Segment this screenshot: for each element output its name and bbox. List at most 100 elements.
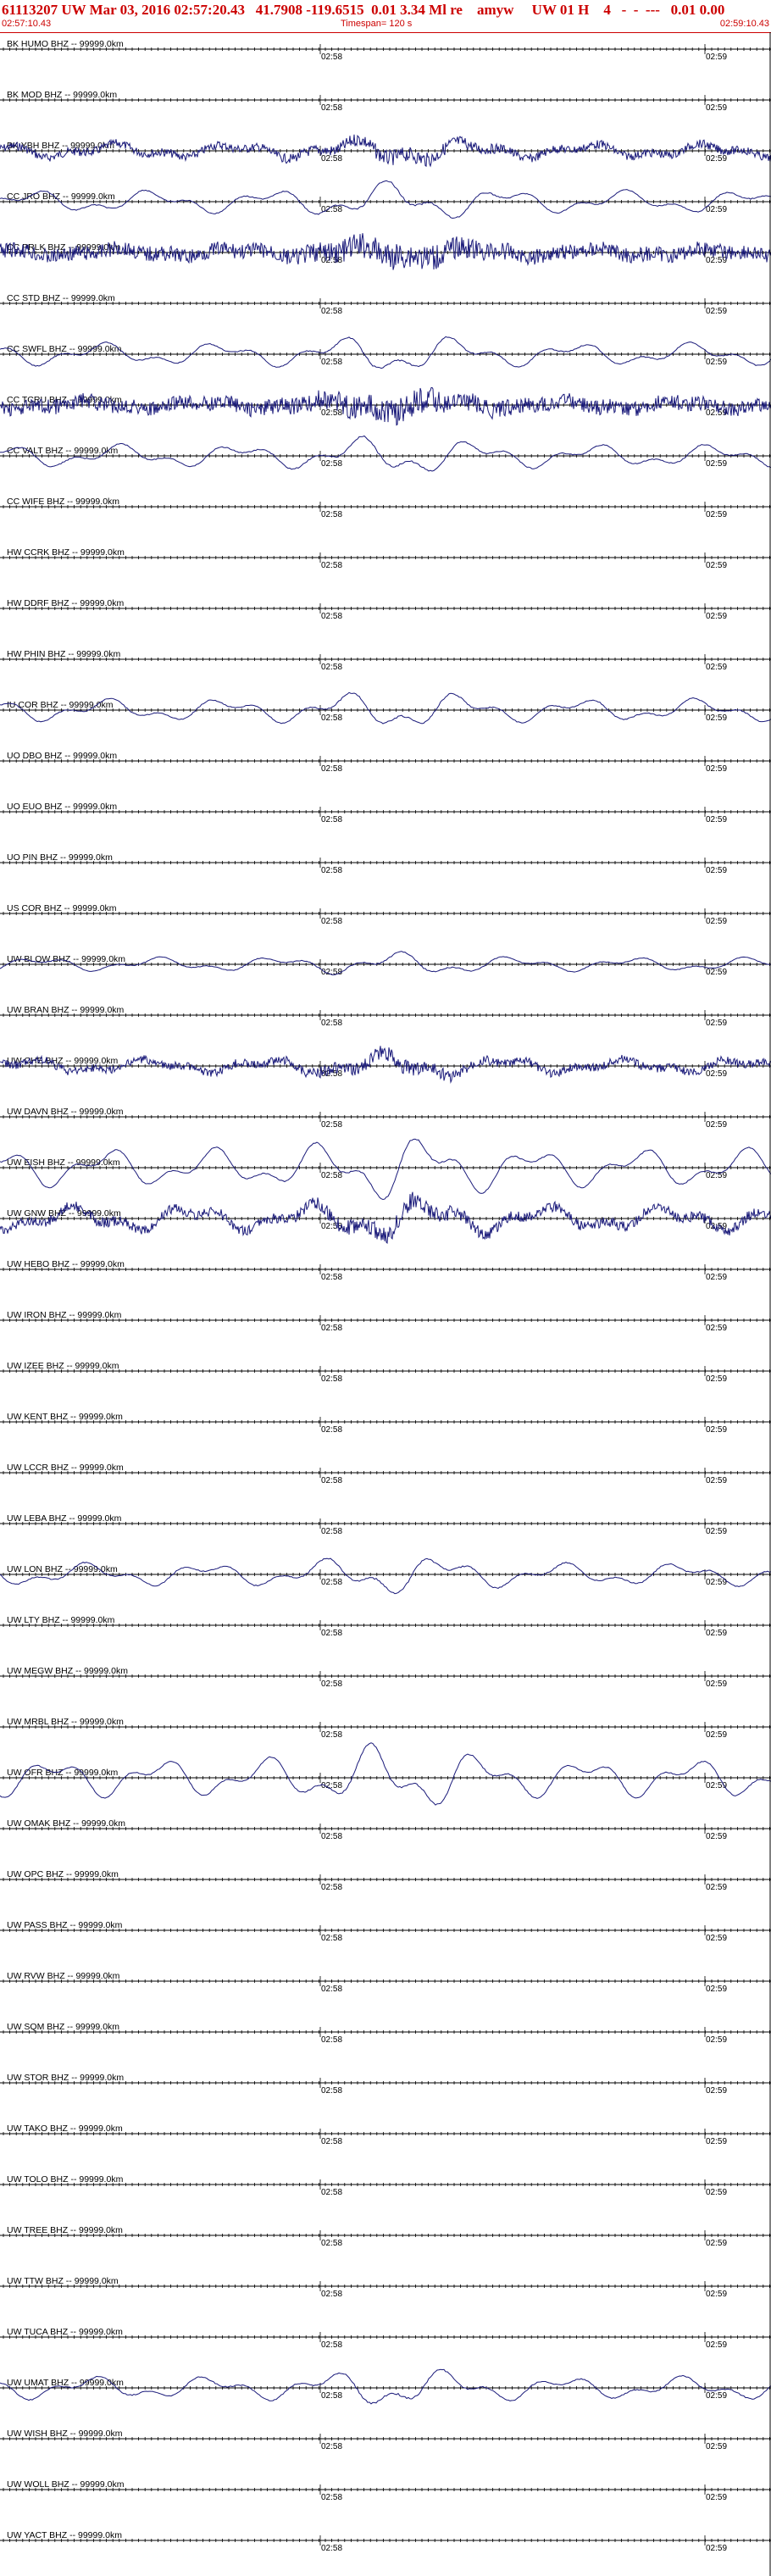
minute-label: 02:58 [321, 1934, 342, 1943]
minute-label: 02:58 [321, 2188, 342, 2197]
minute-label: 02:59 [706, 815, 727, 824]
minute-label: 02:59 [706, 2137, 727, 2146]
minute-label: 02:58 [321, 358, 342, 367]
minute-label: 02:59 [706, 968, 727, 977]
minute-label: 02:58 [321, 2239, 342, 2248]
station-label: UW DAVN BHZ -- 99999.0km [7, 1107, 124, 1117]
station-row: 02:58 02:59 HW PHIN BHZ -- 99999.0km [0, 649, 771, 672]
start-time: 02:57:10.43 [2, 19, 52, 29]
minute-label: 02:58 [321, 1019, 342, 1028]
station-label: UW MEGW BHZ -- 99999.0km [7, 1666, 128, 1676]
minute-label: 02:58 [321, 1324, 342, 1333]
minute-label: 02:59 [706, 2290, 727, 2299]
waveform-trace [0, 180, 771, 219]
station-row: 02:58 02:59 HW CCRK BHZ -- 99999.0km [0, 547, 771, 570]
minute-label: 02:59 [706, 1985, 727, 1994]
station-row: 02:58 02:59UW GNW BHZ -- 99999.0km [0, 1191, 771, 1244]
minute-label: 02:58 [321, 2035, 342, 2045]
minute-label: 02:58 [321, 154, 342, 164]
minute-label: 02:58 [321, 561, 342, 570]
station-row: 02:58 02:59CC TCRU BHZ -- 99999.0km [0, 386, 771, 426]
station-row: 02:58 02:59 CC SWFL BHZ -- 99999.0km [0, 336, 771, 369]
minute-label: 02:59 [706, 459, 727, 469]
station-label: UW LON BHZ -- 99999.0km [7, 1564, 118, 1574]
minute-label: 02:58 [321, 663, 342, 672]
minute-label: 02:59 [706, 561, 727, 570]
station-row: 02:58 02:59 UW HEBO BHZ -- 99999.0km [0, 1259, 771, 1282]
minute-label: 02:58 [321, 53, 342, 62]
station-row: 02:58 02:59 UW YACT BHZ -- 99999.0km [0, 2530, 771, 2553]
station-row: 02:58 02:59 UW TAKO BHZ -- 99999.0km [0, 2124, 771, 2146]
minute-label: 02:58 [321, 2290, 342, 2299]
station-label: UW OMAK BHZ -- 99999.0km [7, 1818, 125, 1829]
minute-label: 02:59 [706, 1374, 727, 1384]
minute-label: 02:59 [706, 1629, 727, 1638]
minute-label: 02:58 [321, 459, 342, 469]
minute-label: 02:59 [706, 1425, 727, 1435]
minute-label: 02:59 [706, 764, 727, 774]
station-row: 02:58 02:59 UW MRBL BHZ -- 99999.0km [0, 1717, 771, 1740]
minute-label: 02:58 [321, 1629, 342, 1638]
minute-label: 02:58 [321, 2137, 342, 2146]
waveform-trace [0, 134, 771, 168]
minute-label: 02:58 [321, 1578, 342, 1587]
minute-label: 02:59 [706, 1324, 727, 1333]
minute-label: 02:59 [706, 1069, 727, 1079]
minute-label: 02:58 [321, 103, 342, 113]
station-label: HW DDRF BHZ -- 99999.0km [7, 598, 125, 608]
end-time: 02:59:10.43 [719, 19, 769, 29]
minute-label: 02:58 [321, 2340, 342, 2350]
minute-label: 02:59 [706, 103, 727, 113]
station-row: 02:58 02:59 UW UMAT BHZ -- 99999.0km [0, 2368, 771, 2405]
minute-label: 02:59 [706, 358, 727, 367]
station-row: 02:58 02:59 UW DAVN BHZ -- 99999.0km [0, 1107, 771, 1130]
station-row: 02:58 02:59 UW LCCR BHZ -- 99999.0km [0, 1463, 771, 1485]
station-row: 02:58 02:59IU COR BHZ -- 99999.0km [0, 691, 771, 724]
station-label: CC STD BHZ -- 99999.0km [7, 293, 115, 303]
station-row: 02:58 02:59UW EISH BHZ -- 99999.0km [0, 1138, 771, 1201]
station-label: UW SQM BHZ -- 99999.0km [7, 2022, 119, 2032]
station-row: 02:58 02:59 UW SQM BHZ -- 99999.0km [0, 2022, 771, 2045]
station-label: UW OPC BHZ -- 99999.0km [7, 1869, 119, 1879]
waveform-trace [0, 2368, 771, 2405]
minute-label: 02:59 [706, 2391, 727, 2401]
station-row: 02:58 02:59UW LON BHZ -- 99999.0km [0, 1557, 771, 1595]
station-label: UO EUO BHZ -- 99999.0km [7, 802, 117, 812]
station-label: UW UMAT BHZ -- 99999.0km [7, 2378, 124, 2388]
minute-label: 02:59 [706, 1273, 727, 1282]
minute-label: 02:59 [706, 2544, 727, 2553]
station-row: 02:58 02:59 BK YBH BHZ -- 99999.0km [0, 134, 771, 168]
minute-label: 02:59 [706, 713, 727, 723]
station-row: 02:58 02:59 UW RVW BHZ -- 99999.0km [0, 1971, 771, 1994]
station-row: 02:58 02:59 UO PIN BHZ -- 99999.0km [0, 852, 771, 875]
station-row: 02:58 02:59CC PRLK BHZ -- 99999.0km [0, 233, 771, 270]
minute-label: 02:58 [321, 815, 342, 824]
station-row: 02:58 02:59 UW LEBA BHZ -- 99999.0km [0, 1513, 771, 1536]
minute-label: 02:59 [706, 2188, 727, 2197]
minute-label: 02:59 [706, 1730, 727, 1740]
station-label: BK HUMO BHZ -- 99999.0km [7, 39, 124, 49]
station-label: UW WOLL BHZ -- 99999.0km [7, 2479, 125, 2490]
minute-label: 02:59 [706, 2442, 727, 2451]
minute-label: 02:59 [706, 1679, 727, 1689]
station-label: BK YBH BHZ -- 99999.0km [7, 141, 114, 151]
minute-label: 02:58 [321, 2493, 342, 2502]
minute-label: 02:58 [321, 764, 342, 774]
minute-label: 02:58 [321, 1730, 342, 1740]
minute-label: 02:58 [321, 2544, 342, 2553]
minute-label: 02:59 [706, 866, 727, 875]
station-row: 02:58 02:59 CC VALT BHZ -- 99999.0km [0, 435, 771, 472]
plot-header: 61113207 UW Mar 03, 2016 02:57:20.43 41.… [0, 0, 771, 33]
station-row: 02:58 02:59 UW IRON BHZ -- 99999.0km [0, 1310, 771, 1333]
minute-label: 02:59 [706, 917, 727, 926]
minute-label: 02:59 [706, 2035, 727, 2045]
station-row: 02:58 02:59 UW WISH BHZ -- 99999.0km [0, 2429, 771, 2451]
waveform-trace [0, 691, 771, 724]
station-row: 02:58 02:59 UW IZEE BHZ -- 99999.0km [0, 1361, 771, 1384]
station-label: UW HEBO BHZ -- 99999.0km [7, 1259, 125, 1269]
station-label: CC VALT BHZ -- 99999.0km [7, 446, 119, 456]
station-label: UW LTY BHZ -- 99999.0km [7, 1615, 115, 1625]
station-label: HW PHIN BHZ -- 99999.0km [7, 649, 120, 659]
station-label: BK MOD BHZ -- 99999.0km [7, 90, 117, 100]
minute-label: 02:59 [706, 1934, 727, 1943]
